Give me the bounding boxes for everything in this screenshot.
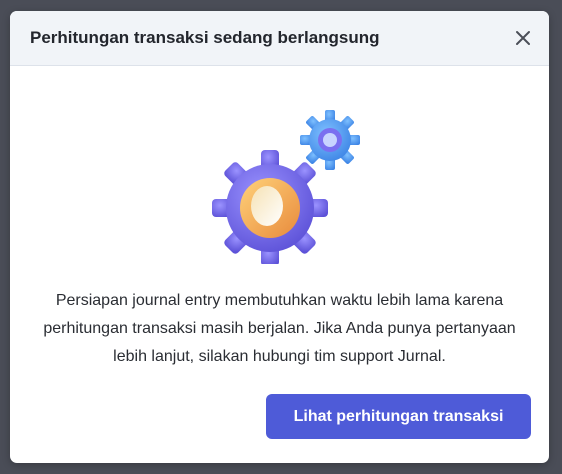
view-transaction-calculation-button[interactable]: Lihat perhitungan transaksi: [266, 394, 531, 439]
close-button[interactable]: [511, 26, 535, 50]
dialog-title: Perhitungan transaksi sedang berlangsung: [30, 28, 380, 47]
gears-icon: [212, 110, 360, 266]
dialog-header: Perhitungan transaksi sedang berlangsung: [10, 11, 549, 66]
dialog: Perhitungan transaksi sedang berlangsung: [10, 11, 549, 463]
gears-illustration: [202, 104, 362, 266]
dialog-message: Persiapan journal entry membutuhkan wakt…: [43, 292, 516, 365]
close-icon: [516, 31, 530, 45]
